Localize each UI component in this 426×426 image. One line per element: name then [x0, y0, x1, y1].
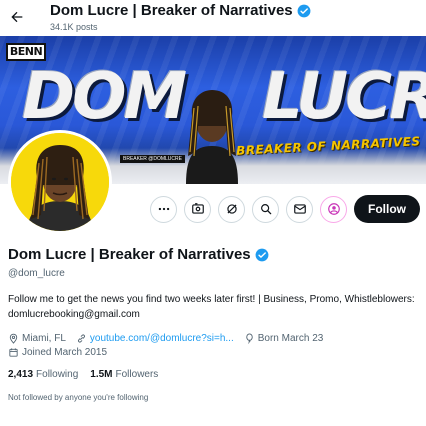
message-icon [293, 204, 306, 214]
user-handle: @dom_lucre [8, 268, 65, 279]
profile-info: Dom Lucre | Breaker of Narratives @dom_l… [8, 246, 418, 402]
display-name-row: Dom Lucre | Breaker of Narratives [8, 246, 418, 263]
banner-caption: BREAKER @DOMLUCRE [120, 155, 185, 163]
verified-badge-icon[interactable] [255, 248, 269, 262]
followers-count: 1.5M [90, 369, 113, 380]
followers-link[interactable]: 1.5M Followers [90, 369, 158, 380]
followers-label: Followers [115, 369, 159, 380]
joined-item: Joined March 2015 [8, 347, 107, 358]
verified-badge-icon [297, 4, 311, 17]
following-label: Following [36, 369, 79, 380]
birthday-item: Born March 23 [244, 333, 324, 344]
display-name: Dom Lucre | Breaker of Narratives [8, 246, 251, 263]
banner-headline-right: LUCRE [262, 60, 426, 134]
follow-stats: 2,413 Following 1.5M Followers [8, 369, 418, 380]
link-icon [77, 334, 85, 343]
banner-logo: BENN [6, 43, 46, 61]
more-icon [158, 207, 169, 211]
calendar-icon [9, 348, 18, 357]
following-count: 2,413 [8, 369, 34, 380]
posts-count: 34.1K posts [50, 22, 98, 32]
avatar-portrait [11, 133, 109, 231]
grok-button[interactable] [184, 195, 211, 223]
following-link[interactable]: 2,413 Following [8, 369, 78, 380]
location-pin-icon [9, 333, 18, 344]
joined-text: Joined March 2015 [22, 347, 108, 358]
header-title: Dom Lucre | Breaker of Narratives [50, 2, 293, 19]
top-bar: Dom Lucre | Breaker of Narratives 34.1K … [0, 0, 426, 36]
bio: Follow me to get the news you find two w… [8, 294, 415, 320]
banner-portrait [186, 90, 238, 184]
search-button[interactable] [252, 195, 279, 223]
location-item: Miami, FL [8, 333, 66, 344]
location-text: Miami, FL [22, 333, 66, 344]
header-title-row: Dom Lucre | Breaker of Narratives [50, 2, 311, 19]
profile-action-row: Follow [150, 195, 420, 223]
balloon-icon [246, 333, 253, 344]
subscribe-icon [327, 203, 340, 215]
profile-meta: Miami, FL youtube.com/@domlucre?si=h... … [8, 333, 418, 358]
subscribe-button[interactable] [320, 195, 347, 223]
ai-icon [226, 204, 237, 214]
message-button[interactable] [286, 195, 313, 223]
website-link[interactable]: youtube.com/@domlucre?si=h... [90, 333, 234, 344]
avatar[interactable] [8, 130, 112, 234]
website-item[interactable]: youtube.com/@domlucre?si=h... [76, 333, 234, 344]
back-button[interactable] [6, 6, 28, 28]
follow-button[interactable]: Follow [354, 195, 420, 223]
arrow-left-icon [11, 11, 23, 23]
banner-headline-left: DOM [22, 60, 187, 134]
ai-button[interactable] [218, 195, 245, 223]
more-button[interactable] [150, 195, 177, 223]
not-followed-notice: Not followed by anyone you're following [8, 393, 149, 402]
avatar-image [11, 133, 109, 231]
grok-icon [191, 203, 204, 214]
birthday-text: Born March 23 [257, 333, 324, 344]
search-icon [260, 204, 271, 215]
